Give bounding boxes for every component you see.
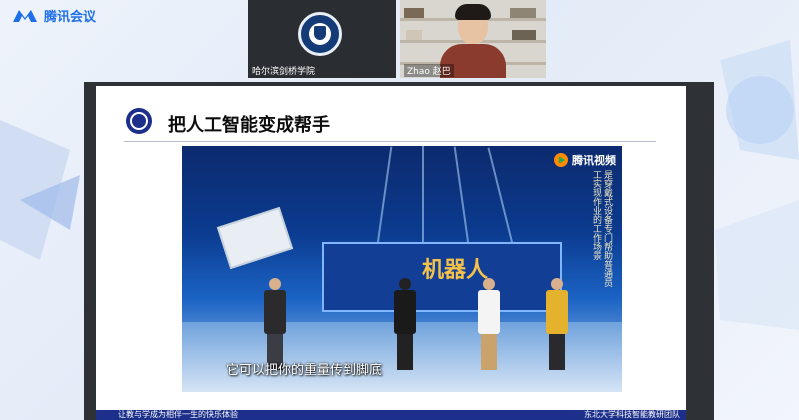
person-figure xyxy=(478,278,500,370)
participant-name: 哈尔滨剑桥学院 xyxy=(252,67,316,77)
app-logo: 腾讯会议 xyxy=(12,6,96,25)
slide-title: 把人工智能变成帮手 xyxy=(168,115,330,136)
footer-left-text: 让教与学成为相伴一生的快乐体验 xyxy=(118,410,238,419)
video-subtitle: 它可以把你的重量传到脚底 xyxy=(226,363,383,378)
play-icon xyxy=(554,153,568,167)
stage-screen: 机器人 xyxy=(322,242,562,312)
tencent-meeting-logo-icon xyxy=(13,9,37,22)
app-name: 腾讯会议 xyxy=(44,10,97,25)
exoskeleton-machine xyxy=(216,206,294,270)
shared-slide: 把人工智能变成帮手 机器人 腾讯视频 是穿戴式设备专门帮助普通员工实现作业的工作… xyxy=(96,86,686,420)
video-logo: 腾讯视频 xyxy=(554,152,616,168)
participant-tile[interactable]: Zhao 赵巴 xyxy=(400,0,546,78)
video-caption: 是穿戴式设备专门帮助普通员工实现作业的工作场景 xyxy=(591,170,612,287)
participant-tile[interactable]: 哈尔滨剑桥学院 xyxy=(248,0,396,78)
person-figure xyxy=(264,278,286,370)
title-divider xyxy=(124,141,656,142)
footer-right-text: 东北大学科技智能教研团队 xyxy=(584,410,680,419)
person-figure xyxy=(546,278,568,370)
embedded-video[interactable]: 机器人 腾讯视频 是穿戴式设备专门帮助普通员工实现作业的工作场景 它可以把你的重… xyxy=(182,146,622,392)
person-figure xyxy=(394,278,416,370)
participant-name: Zhao 赵巴 xyxy=(404,64,454,77)
university-seal-icon xyxy=(298,12,342,56)
slide-footer: 让教与学成为相伴一生的快乐体验 东北大学科技智能教研团队 xyxy=(96,410,686,420)
